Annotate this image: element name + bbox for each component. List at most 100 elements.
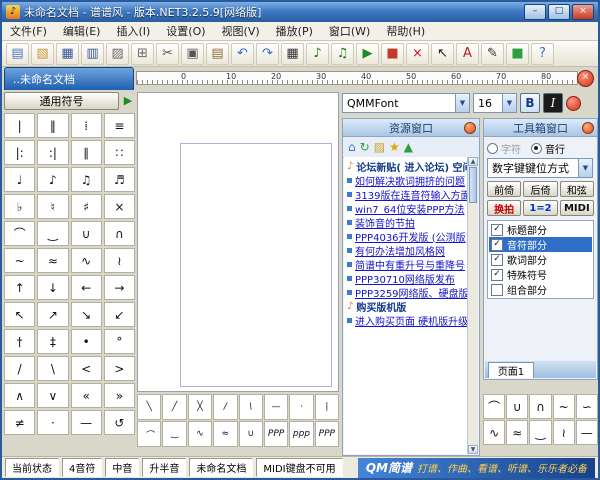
chord-icon[interactable]: ♫ [331,43,354,65]
document-area[interactable] [137,92,339,392]
new-document-icon[interactable]: ▤ [6,43,29,65]
panel-close-icon[interactable] [464,122,476,134]
resource-link[interactable]: 购买版机版 [356,299,406,313]
palette-symbol-button[interactable]: ∥ [71,140,102,165]
green-block-icon[interactable]: ■ [506,43,529,65]
strip-symbol-button[interactable]: ╲ [137,394,161,420]
document-tab[interactable]: ..未命名文档 [4,67,134,90]
menu-item[interactable]: 窗口(W) [321,22,378,40]
palette-symbol-button[interactable]: ↘ [71,302,102,327]
part-check-row[interactable]: 音符部分 [489,237,592,252]
resource-link[interactable]: 论坛新贴( 进入论坛) 空间 [356,159,467,173]
ornament-symbol-button[interactable]: ≀ [553,420,575,445]
strip-symbol-button[interactable]: · [289,394,313,420]
print-icon[interactable]: ▨ [106,43,129,65]
grace-note-button[interactable]: 和弦 [560,181,594,197]
strip-symbol-button[interactable]: PPP [264,421,288,447]
play-icon[interactable]: ▶ [356,43,379,65]
copy-icon[interactable]: ▣ [181,43,204,65]
score-page[interactable] [180,143,332,387]
strip-symbol-button[interactable]: ∣ [315,394,339,420]
grace-note-button[interactable]: 前倚 [487,181,521,197]
font-size-combo[interactable]: 16 ▼ [473,93,517,113]
palette-symbol-button[interactable]: > [104,356,135,381]
tab-close-button[interactable]: × [577,70,594,87]
action-button[interactable]: 换拍 [487,200,521,216]
strip-symbol-button[interactable]: / [213,394,237,420]
palette-symbol-button[interactable]: ‖ [37,113,68,138]
strip-symbol-button[interactable]: ≈ [213,421,237,447]
palette-symbol-button[interactable]: · [37,410,68,435]
scroll-down-icon[interactable]: ▼ [468,445,478,454]
palette-symbol-button[interactable]: ° [104,329,135,354]
palette-category-button[interactable]: 通用符号 [4,92,119,110]
ornament-symbol-button[interactable]: ‿ [529,420,551,445]
paste-icon[interactable]: ▤ [206,43,229,65]
save-icon[interactable]: ▦ [56,43,79,65]
menu-item[interactable]: 文件(F) [2,22,55,40]
strip-symbol-button[interactable]: ╱ [162,394,186,420]
checkbox-icon[interactable] [491,224,503,236]
italic-button[interactable]: I [543,93,563,113]
action-button[interactable]: 1=2 [523,200,557,216]
undo-icon[interactable]: ↶ [231,43,254,65]
resource-link[interactable]: 3139版在连音符输入方面 [355,187,467,201]
close-button[interactable]: × [572,4,594,20]
scrollbar-thumb[interactable] [469,167,477,203]
resource-link[interactable]: PPP3259网络版、硬盘版... [355,285,467,299]
palette-symbol-button[interactable]: |: [4,140,35,165]
strip-symbol-button[interactable]: ‿ [162,421,186,447]
midi-keyboard-icon[interactable]: ▦ [281,43,304,65]
note-icon[interactable]: ♪ [306,43,329,65]
up-icon[interactable]: ▲ [404,140,413,154]
chevron-down-icon[interactable]: ▼ [502,94,516,112]
radio-icon[interactable] [531,143,542,154]
cut-icon[interactable]: ✂ [156,43,179,65]
ornament-symbol-button[interactable]: ≈ [506,420,528,445]
palette-symbol-button[interactable]: ↑ [4,275,35,300]
palette-symbol-button[interactable]: ← [71,275,102,300]
checkbox-icon[interactable] [491,284,503,296]
palette-symbol-button[interactable]: • [71,329,102,354]
palette-symbol-button[interactable]: † [4,329,35,354]
palette-symbol-button[interactable]: ∪ [71,221,102,246]
palette-symbol-button[interactable]: — [71,410,102,435]
menu-item[interactable]: 播放(P) [268,22,321,40]
redo-icon[interactable]: ↷ [256,43,279,65]
strip-symbol-button[interactable]: ∪ [239,421,263,447]
palette-symbol-button[interactable]: ∿ [71,248,102,273]
palette-symbol-button[interactable]: × [104,194,135,219]
resource-link[interactable]: 有何办法增加风格网 [355,243,445,257]
open-file-icon[interactable]: ▧ [31,43,54,65]
help-icon[interactable]: ? [531,43,554,65]
checkbox-icon[interactable] [491,239,503,251]
palette-symbol-button[interactable]: ∷ [104,140,135,165]
ornament-symbol-button[interactable]: ~ [553,394,575,419]
palette-symbol-button[interactable]: ↗ [37,302,68,327]
palette-symbol-button[interactable]: ↓ [37,275,68,300]
palette-symbol-button[interactable]: ≈ [37,248,68,273]
palette-symbol-button[interactable]: ⌒ [4,221,35,246]
palette-symbol-button[interactable]: ∧ [4,383,35,408]
action-button[interactable]: MIDI [560,200,594,216]
strip-symbol-button[interactable]: \ [239,394,263,420]
palette-symbol-button[interactable]: ~ [4,248,35,273]
palette-symbol-button[interactable]: ♬ [104,167,135,192]
ornament-symbol-button[interactable]: — [576,420,598,445]
print-preview-icon[interactable]: ⊞ [131,43,154,65]
menu-item[interactable]: 插入(I) [108,22,158,40]
palette-symbol-button[interactable]: « [71,383,102,408]
resource-link[interactable]: PPP4036开发版 (公测版) [355,229,467,243]
favorite-icon[interactable]: ★ [389,140,400,154]
palette-symbol-button[interactable]: ∩ [104,221,135,246]
resource-link[interactable]: 如何解决歌词拥挤的问题 [355,173,465,187]
palette-symbol-button[interactable]: ⁞ [71,113,102,138]
grace-note-button[interactable]: 后倚 [523,181,557,197]
palette-symbol-button[interactable]: ♩ [4,167,35,192]
palette-symbol-button[interactable]: ‿ [37,221,68,246]
palette-symbol-button[interactable]: » [104,383,135,408]
input-mode-radio[interactable]: 音行 [531,141,565,156]
menu-item[interactable]: 编辑(E) [55,22,109,40]
cursor-icon[interactable]: ↖ [431,43,454,65]
part-check-row[interactable]: 组合部分 [489,282,592,297]
